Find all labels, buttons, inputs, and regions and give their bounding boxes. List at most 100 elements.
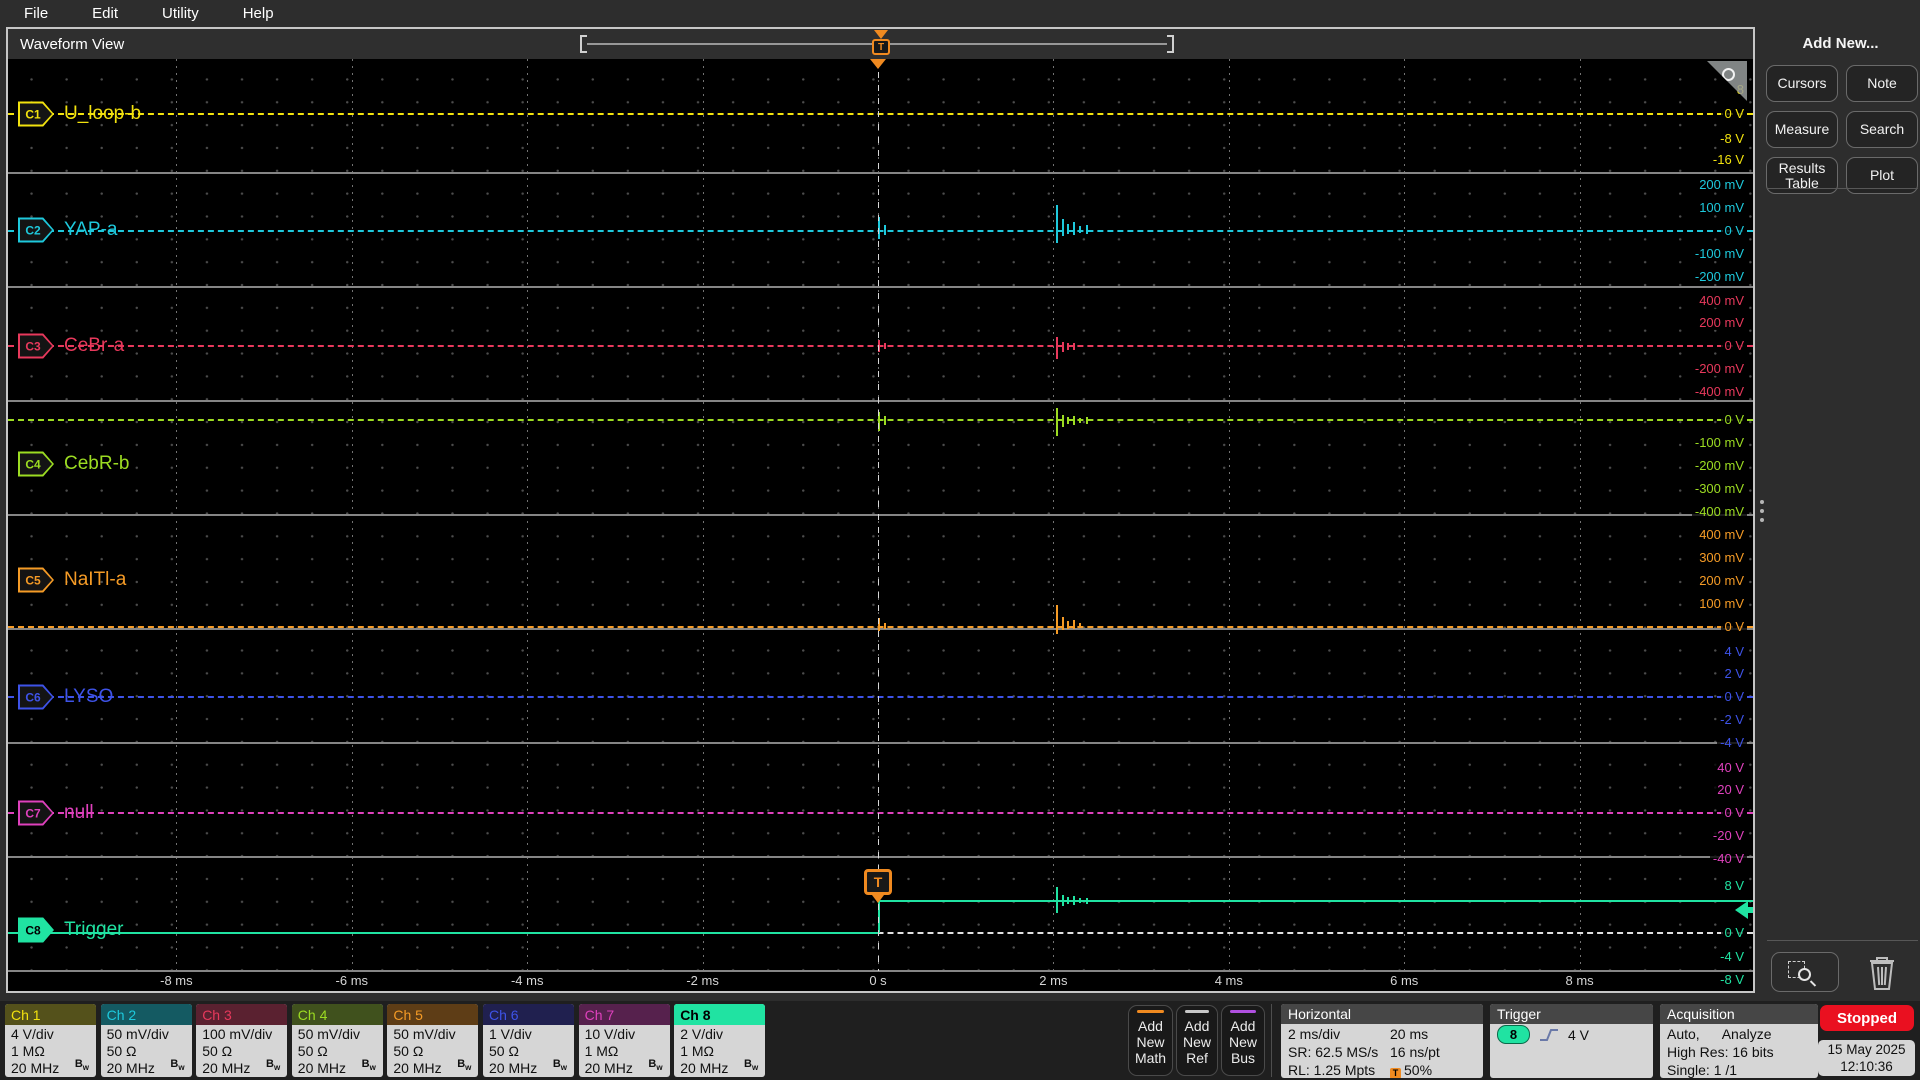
add-new-bus-button[interactable]: Add New Bus	[1221, 1005, 1265, 1076]
ref-accent	[1185, 1010, 1209, 1013]
channel-badge-c8[interactable]: C8	[18, 917, 54, 943]
trash-icon[interactable]	[1865, 953, 1901, 991]
slice-divider	[8, 970, 1753, 972]
menu-edit[interactable]: Edit	[92, 5, 118, 22]
horizontal-panel[interactable]: Horizontal 2 ms/div 20 ms SR: 62.5 MS/s 16…	[1281, 1004, 1483, 1078]
channel-scale: 2 V/div	[680, 1026, 723, 1042]
record-length: RL: 1.25 Mpts	[1288, 1062, 1376, 1078]
menu-help[interactable]: Help	[243, 5, 274, 22]
acquisition-panel[interactable]: Acquisition Auto, Analyze High Res: 16 bi…	[1660, 1004, 1818, 1078]
channel-label-c3[interactable]: CeBr-a	[64, 335, 124, 357]
axis-label-c3: 0 V	[1721, 339, 1747, 353]
axis-label-c4: -400 mV	[1691, 505, 1747, 519]
channel-label-c7[interactable]: null	[64, 802, 94, 824]
channel-badge-c2[interactable]: C2	[18, 217, 54, 243]
time-axis-label: 8 ms	[1565, 973, 1594, 988]
acq-resolution: High Res: 16 bits	[1667, 1044, 1774, 1060]
axis-label-c2: -100 mV	[1691, 247, 1747, 261]
magnifier-icon	[1722, 68, 1735, 81]
channel-settings-header-ch3: Ch 3	[196, 1004, 288, 1025]
waveform-trace-c4[interactable]	[8, 419, 1753, 421]
search-button[interactable]: Search	[1846, 111, 1918, 148]
channel-settings-header-ch4: Ch 4	[291, 1004, 383, 1025]
axis-label-c6: 4 V	[1721, 645, 1747, 659]
waveform-burst	[1056, 887, 1058, 913]
panel-drag-handle[interactable]	[1758, 495, 1766, 527]
channel-settings-body-ch4: 50 mV/div 50 Ω 20 MHz Bw	[292, 1025, 383, 1077]
channel-settings-ch8[interactable]: Ch 82 V/div 1 MΩ 20 MHz Bw	[674, 1004, 766, 1077]
channel-settings-body-ch3: 100 mV/div 50 Ω 20 MHz Bw	[196, 1025, 287, 1077]
channel-settings-ch5[interactable]: Ch 5 50 mV/div 50 Ω 20 MHz Bw	[387, 1004, 479, 1077]
add-new-ref-button[interactable]: Add New Ref	[1176, 1005, 1218, 1076]
waveform-trace-c6[interactable]	[8, 696, 1753, 698]
waveform-burst	[1073, 343, 1075, 351]
trigger-position-marker[interactable]: T	[872, 39, 890, 55]
trigger-title: Trigger	[1490, 1004, 1653, 1024]
waveform-trace-c7[interactable]	[8, 812, 1753, 814]
channel-label-c1[interactable]: U_loop-b	[64, 103, 141, 125]
channel-label-c4[interactable]: CebR-b	[64, 453, 129, 475]
bandwidth-limit-icon: Bw	[457, 1057, 472, 1072]
trigger-indicator[interactable]: T	[864, 869, 892, 895]
slice-divider	[8, 742, 1753, 744]
math-accent	[1137, 1010, 1164, 1013]
channel-badge-c4[interactable]: C4	[18, 451, 54, 477]
channel-settings-ch1[interactable]: Ch 14 V/div 1 MΩ 20 MHz Bw	[5, 1004, 96, 1077]
waveform-trace-c8-low[interactable]	[8, 932, 878, 934]
waveform-burst	[1073, 896, 1075, 905]
zoom-box-button[interactable]	[1771, 952, 1839, 992]
channel-settings-ch3[interactable]: Ch 3 100 mV/div 50 Ω 20 MHz Bw	[196, 1004, 288, 1077]
zoom-corner-button[interactable]	[1707, 61, 1747, 101]
acq-mode: Auto,	[1667, 1026, 1700, 1042]
channel-label-c2[interactable]: YAP-a	[64, 219, 118, 241]
channel-badge-inner-c5: C5	[20, 569, 52, 591]
waveform-burst	[1056, 605, 1058, 634]
channel-badge-c3[interactable]: C3	[18, 333, 54, 359]
channel-label-c6[interactable]: LYSO	[64, 686, 113, 708]
graticule[interactable]: -8 ms -6 ms -4 ms -2 ms 0 s 2 ms 4 ms 6 ms 8 ms 8…	[8, 59, 1753, 991]
axis-label-c1: -16 V	[1709, 153, 1747, 167]
waveform-trace-c8-high[interactable]	[878, 900, 1753, 902]
channel-label-c8[interactable]: Trigger	[64, 919, 123, 941]
channel-settings-ch7[interactable]: Ch 7 10 V/div 1 MΩ 20 MHz Bw	[578, 1004, 670, 1077]
note-button[interactable]: Note	[1846, 65, 1918, 102]
channel-badge-c6[interactable]: C6	[18, 684, 54, 710]
channel-badge-inner-c3: C3	[20, 335, 52, 357]
trigger-position-arrow-icon	[874, 30, 888, 39]
measure-button[interactable]: Measure	[1766, 111, 1838, 148]
channel-settings-ch6[interactable]: Ch 61 V/div 50 Ω 20 MHz Bw	[483, 1004, 574, 1077]
trigger-panel[interactable]: Trigger 8 4 V	[1490, 1004, 1653, 1078]
waveform-window: Waveform View T -8 ms -6 ms -4 ms -2 ms 0 s 2…	[6, 27, 1755, 993]
axis-label-c8: 0 V	[1721, 926, 1747, 940]
channel-settings-ch2[interactable]: Ch 2 50 mV/div 50 Ω 20 MHz Bw	[100, 1004, 192, 1077]
time-axis-label: -6 ms	[335, 973, 369, 988]
channel-scale: 50 mV/div	[297, 1026, 361, 1042]
horizontal-title: Horizontal	[1281, 1004, 1483, 1024]
axis-label-c4: -200 mV	[1691, 459, 1747, 473]
waveform-burst	[1067, 620, 1069, 629]
channel-settings-ch4[interactable]: Ch 4 50 mV/div 50 Ω 20 MHz Bw	[291, 1004, 383, 1077]
axis-label-c2: 200 mV	[1696, 178, 1747, 192]
menu-utility[interactable]: Utility	[162, 5, 199, 22]
channel-label-c5[interactable]: NaITl-a	[64, 569, 126, 591]
waveform-trace-c3[interactable]	[8, 345, 1753, 347]
axis-label-c2: 0 V	[1721, 224, 1747, 238]
cursors-button[interactable]: Cursors	[1766, 65, 1838, 102]
waveform-trace-c5[interactable]	[8, 626, 1753, 628]
slice-divider	[8, 286, 1753, 288]
waveform-burst	[1073, 619, 1075, 630]
waveform-trace-c1[interactable]	[8, 113, 1753, 115]
channel-badge-inner-c2: C2	[20, 219, 52, 241]
axis-label-c4: 0 V	[1721, 413, 1747, 427]
channel-badge-c7[interactable]: C7	[18, 800, 54, 826]
waveform-burst	[884, 416, 886, 425]
waveform-burst	[1062, 894, 1064, 907]
run-stop-status[interactable]: Stopped	[1820, 1005, 1914, 1031]
menu-file[interactable]: File	[24, 5, 48, 22]
channel-settings-header-ch5: Ch 5	[387, 1004, 479, 1025]
waveform-trace-c2[interactable]	[8, 230, 1753, 232]
channel-badge-c5[interactable]: C5	[18, 567, 54, 593]
axis-label-c5: 200 mV	[1696, 574, 1747, 588]
add-new-math-button[interactable]: Add New Math	[1128, 1005, 1173, 1076]
channel-badge-c1[interactable]: C1	[18, 101, 54, 127]
